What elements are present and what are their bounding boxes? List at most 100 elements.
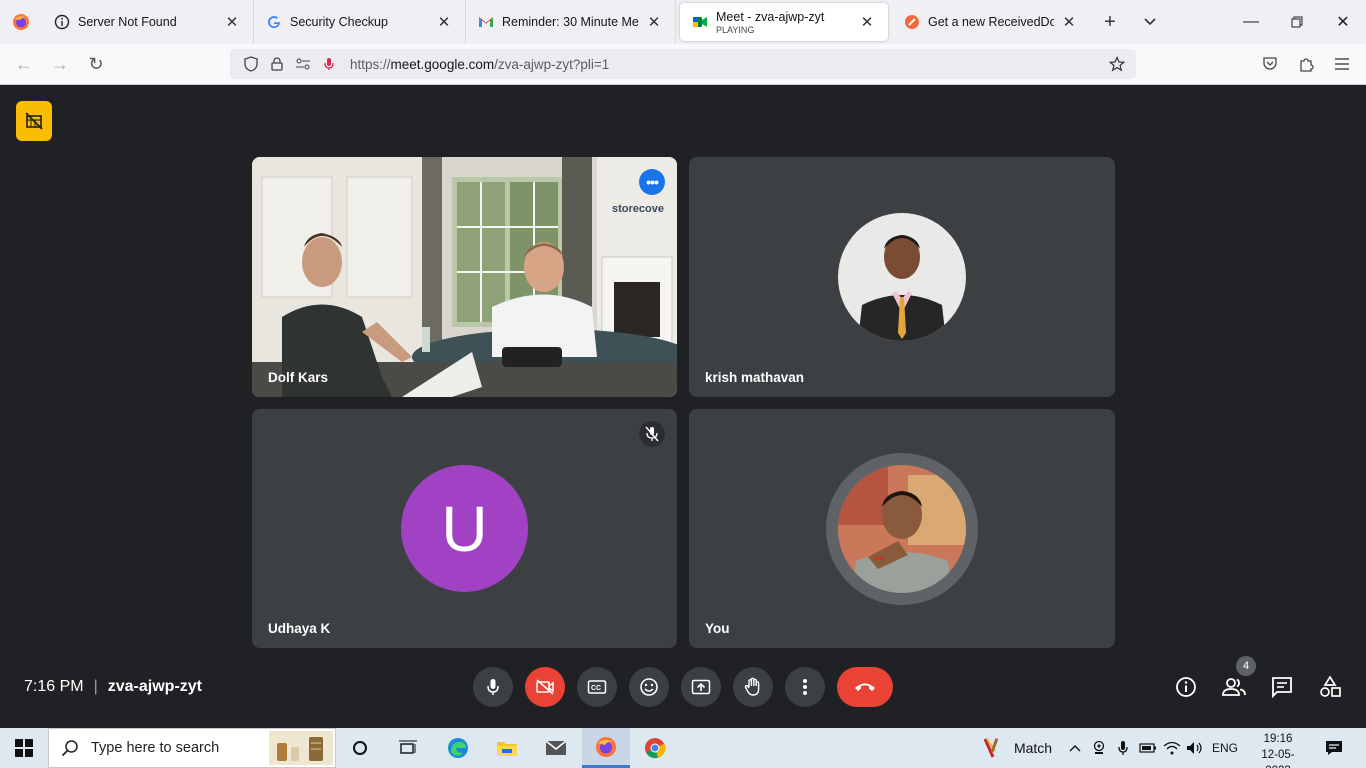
chrome-icon[interactable] [634,728,676,768]
restore-icon[interactable] [1274,0,1320,44]
participant-name: Dolf Kars [268,370,329,385]
microphone-button[interactable] [473,667,513,707]
google-g-icon [266,14,282,30]
participant-tile-you[interactable]: You [689,409,1115,648]
captions-icon: CC [587,680,607,694]
browser-tab-strip: Server Not Found ✕ Security Checkup ✕ Re… [0,0,1366,44]
wifi-icon[interactable] [1160,728,1184,768]
more-options-button[interactable] [785,667,825,707]
list-all-tabs-icon[interactable] [1130,0,1170,44]
tab-label-group: Meet - zva-ajwp-zyt PLAYING [716,10,852,35]
hamburger-menu-icon[interactable] [1326,48,1358,80]
camera-tray-icon[interactable] [1088,728,1110,768]
extensions-icon[interactable] [1290,48,1322,80]
svg-text:CC: CC [591,685,601,692]
microphone-icon [487,679,499,695]
task-view-icon[interactable] [388,728,428,768]
participant-tile-krish-mathavan[interactable]: krish mathavan [689,157,1115,397]
tab-get-document[interactable]: Get a new ReceivedDocument ✕ [892,0,1090,44]
windows-start-icon[interactable] [0,728,48,768]
notifications-icon[interactable] [1316,728,1352,768]
tab-label: Security Checkup [290,15,388,29]
back-icon[interactable]: ← [6,48,42,80]
meeting-details-icon[interactable] [1172,673,1200,701]
tab-close-icon[interactable]: ✕ [645,13,663,31]
participant-name: Udhaya K [268,621,331,636]
forward-icon[interactable]: → [42,48,78,80]
avatar: U [401,465,528,592]
url-prefix: https:// [350,56,391,72]
screen: Server Not Found ✕ Security Checkup ✕ Re… [0,0,1366,768]
camera-off-button[interactable] [525,667,565,707]
url-bar[interactable]: https://meet.google.com/zva-ajwp-zyt?pli… [230,49,1136,79]
separator: | [93,678,98,695]
video-off-indicator[interactable] [16,101,52,141]
phone-hangup-icon [855,683,875,691]
participant-name: You [705,621,730,636]
tab-close-icon[interactable]: ✕ [858,13,876,31]
url-path: /zva-ajwp-zyt?pli=1 [494,56,610,72]
tab-server-not-found[interactable]: Server Not Found ✕ [42,0,254,44]
raise-hand-button[interactable] [733,667,773,707]
cortana-icon[interactable] [340,728,380,768]
activities-icon[interactable] [1316,673,1344,701]
participant-name: krish mathavan [705,370,805,385]
tab-close-icon[interactable]: ✕ [1060,13,1078,31]
chevron-up-icon[interactable] [1064,728,1086,768]
search-icon [61,740,78,757]
taskbar-search-box[interactable]: Type here to search [48,728,336,768]
url-text: https://meet.google.com/zva-ajwp-zyt?pli… [350,57,609,72]
edge-icon[interactable] [438,728,478,768]
new-tab-icon[interactable]: + [1090,0,1130,44]
language-indicator[interactable]: ENG [1208,728,1242,768]
tab-close-icon[interactable]: ✕ [435,13,453,31]
tab-meet-active[interactable]: Meet - zva-ajwp-zyt PLAYING ✕ [680,3,888,41]
mail-icon[interactable] [536,728,576,768]
chat-icon[interactable] [1268,673,1296,701]
tab-playing-label: PLAYING [716,24,755,35]
battery-icon[interactable] [1136,728,1160,768]
reload-icon[interactable]: ↻ [78,48,114,80]
language-text: ENG [1211,741,1238,755]
firefox-taskbar-icon[interactable] [582,728,630,768]
weather-label[interactable]: Match [1010,728,1056,768]
meeting-code: zva-ajwp-zyt [107,678,202,695]
shield-icon[interactable] [238,53,264,75]
close-window-icon[interactable]: ✕ [1320,0,1366,44]
tab-reminder[interactable]: Reminder: 30 Minute Meeting ✕ [466,0,676,44]
volume-icon[interactable] [1184,728,1206,768]
microphone-active-icon[interactable] [316,53,342,75]
weather-text: Match [1013,740,1053,756]
firefox-menu-icon[interactable] [0,0,42,44]
pocket-icon[interactable] [1254,48,1286,80]
bookmark-star-icon[interactable] [1104,53,1130,75]
lock-icon[interactable] [264,53,290,75]
taskbar-clock[interactable]: 19:16 12-05-2023 [1250,731,1306,768]
participant-tile-dolf-kars[interactable]: storecove ••• Dolf Kars [252,157,677,397]
gmail-icon [478,14,494,30]
participant-tile-udhaya-k[interactable]: U Udhaya K [252,409,677,648]
participant-count-badge: 4 [1236,656,1256,676]
present-screen-button[interactable] [681,667,721,707]
weather-match-icon[interactable] [978,728,1008,768]
search-highlight-image [269,731,333,765]
permissions-icon[interactable] [290,53,316,75]
avatar [838,213,966,341]
microphone-tray-icon[interactable] [1112,728,1134,768]
people-icon[interactable] [1220,673,1248,701]
reactions-button[interactable] [629,667,669,707]
url-host: meet.google.com [390,56,495,72]
minimize-icon[interactable]: — [1228,0,1274,44]
leave-call-button[interactable] [837,667,893,707]
tab-security-checkup[interactable]: Security Checkup ✕ [254,0,466,44]
video-off-icon [536,679,554,695]
meet-call-area: storecove ••• Dolf Kars krish mathavan U… [0,85,1366,728]
tab-label: Server Not Found [78,15,177,29]
captions-button[interactable]: CC [577,667,617,707]
meet-icon [692,14,708,30]
info-icon [54,14,70,30]
participant-video: storecove [252,157,677,397]
file-explorer-icon[interactable] [487,728,527,768]
tab-close-icon[interactable]: ✕ [223,13,241,31]
more-options-icon[interactable]: ••• [639,169,665,195]
